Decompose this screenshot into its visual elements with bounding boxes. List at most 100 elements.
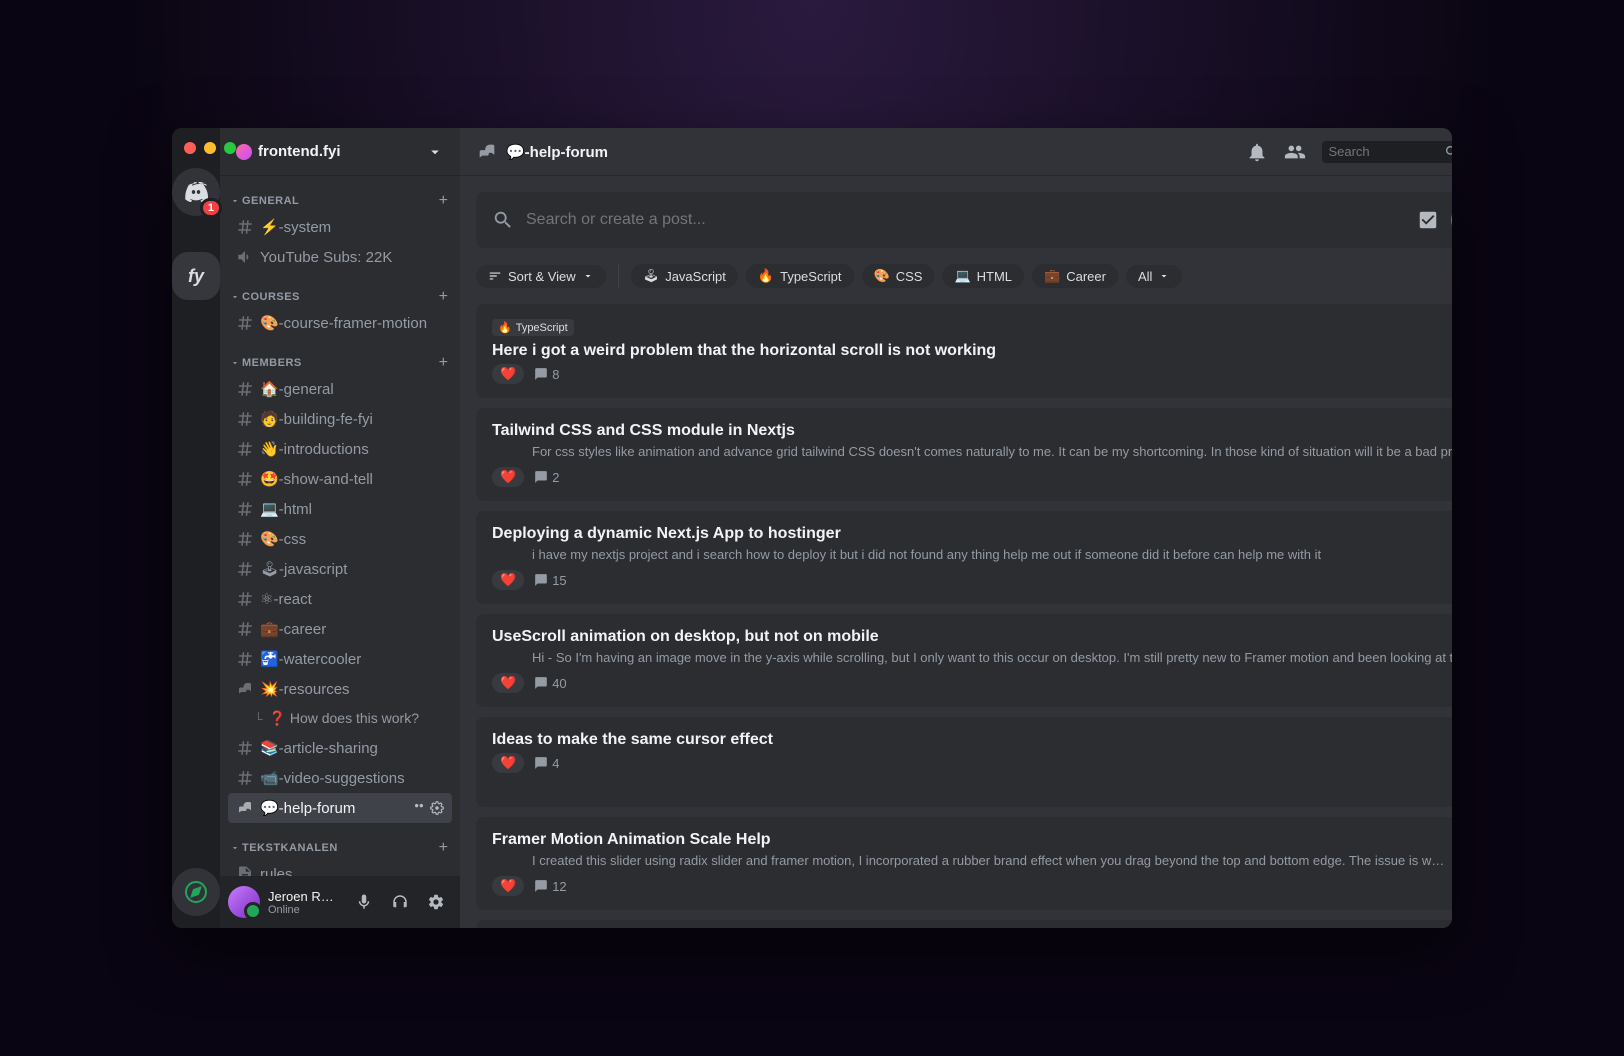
post-title: UseScroll animation on desktop, but not … — [492, 628, 1452, 646]
comment-count: 40 — [534, 676, 566, 691]
chevron-down-icon — [1158, 270, 1170, 282]
channel-title: 💬-help-forum — [506, 143, 608, 161]
forum-post[interactable]: here when i deploy on Vercel with lenis … — [476, 920, 1452, 928]
topbar-search[interactable] — [1322, 141, 1452, 163]
gear-icon[interactable] — [430, 801, 444, 815]
close-window[interactable] — [184, 142, 196, 154]
server-header[interactable]: frontend.fyi — [220, 128, 460, 176]
forum-search-row: New Post — [476, 192, 1452, 248]
channel-item[interactable]: 🧑‍-building-fe-fyi — [228, 404, 452, 434]
channel-list[interactable]: GENERAL + ⚡-systemYouTube Subs: 22K COUR… — [220, 176, 460, 876]
members-icon[interactable] — [412, 801, 426, 815]
channel-item[interactable]: 💥-resources — [228, 674, 452, 704]
post-title: Here i got a weird problem that the hori… — [492, 342, 1452, 360]
explore-button[interactable] — [172, 868, 220, 916]
filter-row: Sort & View 🕹JavaScript 🔥TypeScript 🎨CSS 💻H… — [476, 264, 1452, 288]
forum-post[interactable]: UseScroll animation on desktop, but not … — [476, 614, 1452, 707]
maximize-window[interactable] — [224, 142, 236, 154]
post-excerpt: I created this slider using radix slider… — [492, 853, 1452, 868]
channel-item[interactable]: 💻-html — [228, 494, 452, 524]
channel-item[interactable]: └❓ How does this work? — [228, 704, 452, 733]
channel-item[interactable]: 🤩-show-and-tell — [228, 464, 452, 494]
minimize-window[interactable] — [204, 142, 216, 154]
mute-button[interactable] — [348, 886, 380, 918]
divider — [618, 264, 619, 288]
post-title: Deploying a dynamic Next.js App to hosti… — [492, 525, 1452, 543]
username: Jeroen Re… — [268, 889, 340, 904]
category-header[interactable]: GENERAL + — [228, 192, 452, 212]
chevron-down-icon — [426, 143, 444, 161]
server-name: frontend.fyi — [258, 143, 341, 160]
all-tags-button[interactable]: All — [1126, 265, 1182, 288]
comment-count: 15 — [534, 573, 566, 588]
channel-item[interactable]: ⚛-react — [228, 584, 452, 614]
dm-badge: 1 — [200, 198, 222, 218]
channel-item[interactable]: 📹-video-suggestions — [228, 763, 452, 793]
channel-item[interactable]: rules — [228, 859, 452, 876]
add-channel-icon[interactable]: + — [439, 192, 448, 210]
comment-count: 12 — [534, 879, 566, 894]
reaction-pill[interactable]: ❤️ — [492, 467, 524, 487]
post-title: Tailwind CSS and CSS module in Nextjs — [492, 422, 1452, 440]
post-excerpt: For css styles like animation and advanc… — [492, 444, 1452, 459]
chevron-down-icon — [582, 270, 594, 282]
forum-post[interactable]: Deploying a dynamic Next.js App to hosti… — [476, 511, 1452, 604]
tag-filter[interactable]: 🔥TypeScript — [746, 264, 854, 288]
search-input[interactable] — [1328, 144, 1444, 159]
search-icon — [492, 209, 514, 231]
channel-sidebar: frontend.fyi GENERAL + ⚡-systemYouTube S… — [220, 128, 460, 928]
traffic-lights — [184, 142, 236, 154]
search-icon — [1444, 144, 1452, 160]
post-excerpt: i have my nextjs project and i search ho… — [492, 547, 1452, 562]
forum-post[interactable]: 🔥TypeScript Here i got a weird problem t… — [476, 304, 1452, 398]
forum-body[interactable]: New Post Sort & View 🕹JavaScript 🔥TypeScr… — [460, 176, 1452, 928]
add-channel-icon[interactable]: + — [439, 354, 448, 372]
tag-filter[interactable]: 💻HTML — [942, 264, 1024, 288]
reaction-pill[interactable]: ❤️ — [492, 876, 524, 896]
channel-item[interactable]: 💬-help-forum — [228, 793, 452, 823]
channel-item[interactable]: 🕹-javascript — [228, 554, 452, 584]
channel-item[interactable]: ⚡-system — [228, 212, 452, 242]
filter-icon[interactable] — [1417, 209, 1439, 231]
channel-item[interactable]: 🏠-general — [228, 374, 452, 404]
channel-item[interactable]: 💼-career — [228, 614, 452, 644]
channel-item[interactable]: 👋-introductions — [228, 434, 452, 464]
notifications-icon[interactable] — [1246, 141, 1268, 163]
add-channel-icon[interactable]: + — [439, 288, 448, 306]
post-tag: 🔥TypeScript — [492, 319, 574, 336]
sort-view-button[interactable]: Sort & View — [476, 265, 606, 288]
user-panel: Jeroen Re… Online — [220, 876, 460, 928]
tag-filter[interactable]: 🕹JavaScript — [631, 264, 738, 288]
reaction-pill[interactable]: ❤️ — [492, 570, 524, 590]
channel-item[interactable]: 🎨-course-framer-motion — [228, 308, 452, 338]
deafen-button[interactable] — [384, 886, 416, 918]
server-frontend-fyi[interactable]: fy — [172, 252, 220, 300]
channel-item[interactable]: 🚰-watercooler — [228, 644, 452, 674]
channel-item[interactable]: 🎨-css — [228, 524, 452, 554]
members-icon[interactable] — [1284, 141, 1306, 163]
forum-post[interactable]: Ideas to make the same cursor effect ❤️ … — [476, 717, 1452, 807]
new-post-button[interactable]: New Post — [1451, 204, 1452, 236]
forum-post[interactable]: Tailwind CSS and CSS module in Nextjs Fo… — [476, 408, 1452, 501]
tag-filter[interactable]: 💼Career — [1032, 264, 1118, 288]
comment-count: 8 — [534, 367, 559, 382]
add-channel-icon[interactable]: + — [439, 839, 448, 857]
posts-list: 🔥TypeScript Here i got a weird problem t… — [476, 304, 1452, 928]
forum-search-input[interactable] — [526, 211, 1405, 229]
category-header[interactable]: TEKSTKANALEN + — [228, 839, 452, 859]
category-header[interactable]: MEMBERS + — [228, 354, 452, 374]
category-header[interactable]: COURSES + — [228, 288, 452, 308]
forum-post[interactable]: Framer Motion Animation Scale Help I cre… — [476, 817, 1452, 910]
reaction-pill[interactable]: ❤️ — [492, 364, 524, 384]
tag-filter[interactable]: 🎨CSS — [862, 264, 935, 288]
settings-button[interactable] — [420, 886, 452, 918]
avatar[interactable] — [228, 886, 260, 918]
channel-item[interactable]: YouTube Subs: 22K — [228, 242, 452, 272]
dm-button[interactable]: 1 — [172, 168, 220, 216]
channel-item[interactable]: 📚-article-sharing — [228, 733, 452, 763]
reaction-pill[interactable]: ❤️ — [492, 673, 524, 693]
forum-icon — [476, 141, 498, 163]
comment-count: 2 — [534, 470, 559, 485]
reaction-pill[interactable]: ❤️ — [492, 753, 524, 773]
sort-icon — [488, 269, 502, 283]
